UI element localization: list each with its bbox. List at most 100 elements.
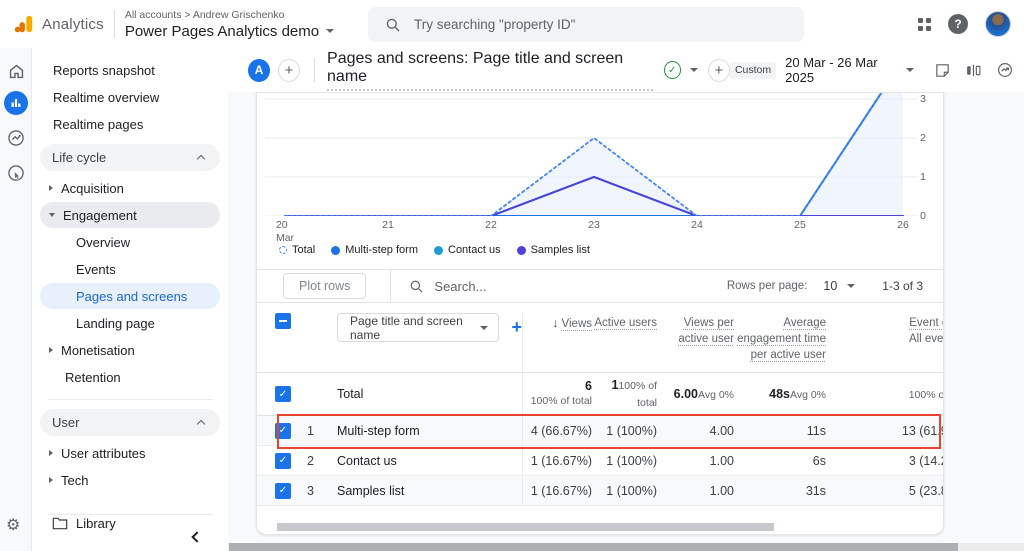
chart-svg <box>265 93 917 216</box>
total-engagement-time: 48sAvg 0% <box>734 386 826 403</box>
product-name: Analytics <box>42 16 104 33</box>
help-icon[interactable]: ? <box>948 14 968 34</box>
total-active-users: 1100% of total <box>592 377 657 411</box>
table-total-row: ✓ Total 6100% of total 1100% of total 6.… <box>257 373 943 416</box>
sidebar-item-acquisition[interactable]: Acquisition <box>40 175 220 201</box>
column-header-avg-engagement-time[interactable]: Average engagement time per active user <box>734 313 826 363</box>
report-title[interactable]: Pages and screens: Page title and screen… <box>327 50 653 91</box>
column-header-event-count[interactable]: Event count All events <box>826 313 943 347</box>
analytics-logo[interactable]: Analytics <box>0 13 104 35</box>
table-search[interactable]: Search... <box>409 279 486 294</box>
sidebar-item-tech[interactable]: Tech <box>40 467 220 493</box>
y-tick-label: 2 <box>920 132 926 144</box>
sidebar-item-landing-page[interactable]: Landing page <box>40 310 220 336</box>
page-scrollbar-track <box>228 543 1024 551</box>
report-options-caret-icon[interactable] <box>690 68 698 72</box>
toolbar-divider <box>390 270 391 303</box>
plot-rows-button[interactable]: Plot rows <box>283 273 366 299</box>
legend-item[interactable]: Samples list <box>517 244 590 256</box>
sidebar-item-events[interactable]: Events <box>40 256 220 282</box>
y-tick-label: 0 <box>920 210 926 222</box>
apps-grid-icon[interactable] <box>918 18 931 31</box>
row-checkbox[interactable]: ✓ <box>275 483 291 499</box>
add-dimension-button[interactable]: + <box>511 317 522 338</box>
insights-icon[interactable] <box>996 61 1014 79</box>
legend-dot-icon <box>517 246 526 255</box>
rows-per-page-label: Rows per page: <box>727 280 808 292</box>
dimension-value: Contact us <box>337 454 522 468</box>
explore-icon[interactable] <box>4 126 28 150</box>
page-scrollbar-thumb[interactable] <box>229 543 958 551</box>
table-row[interactable]: ✓ 1 Multi-step form 4 (66.67%) 1 (100%) … <box>257 416 943 446</box>
rows-per-page-caret-icon[interactable] <box>847 284 855 288</box>
x-tick-label: 24 <box>691 219 703 232</box>
folder-icon <box>52 516 68 530</box>
row-checkbox[interactable]: ✓ <box>275 423 291 439</box>
main-content: A + Pages and screens: Page title and sc… <box>228 48 1024 551</box>
sidebar-item-user-attributes[interactable]: User attributes <box>40 440 220 466</box>
analytics-logo-icon <box>13 13 35 35</box>
table-horizontal-scrollbar[interactable] <box>277 523 774 531</box>
audience-chip[interactable]: A <box>248 59 270 82</box>
add-report-button[interactable]: + <box>708 59 730 82</box>
y-tick-label: 1 <box>920 171 926 183</box>
legend-item[interactable]: Multi-step form <box>331 244 418 256</box>
total-views: 6100% of total <box>522 373 592 415</box>
search-icon <box>409 279 424 294</box>
notes-icon[interactable] <box>934 62 951 79</box>
settings-gear-icon[interactable]: ⚙ <box>6 515 20 535</box>
table-row[interactable]: ✓ 3 Samples list 1 (16.67%) 1 (100%) 1.0… <box>257 476 943 506</box>
compare-reports-icon[interactable] <box>965 62 982 79</box>
y-tick-label: 3 <box>920 93 926 105</box>
x-tick-label: 20Mar <box>276 219 294 245</box>
property-switcher[interactable]: All accounts > Andrew Grischenko Power P… <box>125 9 334 40</box>
sidebar-divider <box>48 399 212 400</box>
legend-item[interactable]: Total <box>279 244 315 256</box>
legend-label: Multi-step form <box>345 244 418 256</box>
date-range[interactable]: 20 Mar - 26 Mar 2025 <box>785 55 897 85</box>
search-icon <box>385 17 401 33</box>
sidebar-item-realtime-overview[interactable]: Realtime overview <box>40 84 220 110</box>
rows-per-page-value[interactable]: 10 <box>823 279 837 293</box>
home-icon[interactable] <box>4 59 28 83</box>
row-checkbox[interactable]: ✓ <box>275 386 291 402</box>
select-all-checkbox[interactable] <box>275 313 291 329</box>
expand-arrow-icon <box>49 450 53 456</box>
column-header-views-per-active-user[interactable]: Views per active user <box>657 313 734 347</box>
row-checkbox[interactable]: ✓ <box>275 453 291 469</box>
date-range-caret-icon[interactable] <box>906 68 914 72</box>
pagination-status: 1-3 of 3 <box>882 279 923 293</box>
legend-item[interactable]: Contact us <box>434 244 501 256</box>
top-header: Analytics All accounts > Andrew Grischen… <box>0 0 1024 48</box>
avatar[interactable] <box>985 11 1011 37</box>
reports-icon[interactable] <box>4 91 28 115</box>
x-tick-label: 26 <box>897 219 909 232</box>
sidebar-item-retention[interactable]: Retention <box>40 364 220 390</box>
chart-legend: Total Multi-step form Contact us Samples li… <box>279 244 590 256</box>
search-placeholder: Try searching "property ID" <box>414 17 575 32</box>
advertising-icon[interactable] <box>4 161 28 185</box>
chevron-up-icon <box>197 155 205 163</box>
table-row[interactable]: ✓ 2 Contact us 1 (16.67%) 1 (100%) 1.00 … <box>257 446 943 476</box>
sidebar-section-life-cycle[interactable]: Life cycle <box>40 144 220 171</box>
legend-label: Contact us <box>448 244 501 256</box>
sidebar-item-reports-snapshot[interactable]: Reports snapshot <box>40 57 220 83</box>
column-header-views[interactable]: ↓Views <box>522 313 592 372</box>
sidebar-item-realtime-pages[interactable]: Realtime pages <box>40 111 220 137</box>
column-header-active-users[interactable]: Active users <box>592 313 657 331</box>
x-tick-label: 21 <box>382 219 394 232</box>
sidebar-item-overview[interactable]: Overview <box>40 229 220 255</box>
sidebar-item-engagement[interactable]: Engagement <box>40 202 220 228</box>
add-comparison-chip-button[interactable]: + <box>278 59 300 82</box>
table-wrapper: Page title and screen name + ↓Views Acti… <box>257 303 943 508</box>
total-views-per-user: 6.00Avg 0% <box>657 386 734 403</box>
sidebar-item-pages-and-screens[interactable]: Pages and screens <box>40 283 220 309</box>
dimension-selector[interactable]: Page title and screen name <box>337 313 499 342</box>
sidebar-item-monetisation[interactable]: Monetisation <box>40 337 220 363</box>
table-toolbar: Plot rows Search... Rows per page: 10 1-… <box>257 269 943 303</box>
breadcrumb: All accounts > Andrew Grischenko <box>125 9 334 21</box>
expand-arrow-icon <box>49 185 53 191</box>
search-bar[interactable]: Try searching "property ID" <box>368 7 804 42</box>
chevron-down-icon <box>480 326 488 330</box>
sidebar-section-user[interactable]: User <box>40 409 220 436</box>
